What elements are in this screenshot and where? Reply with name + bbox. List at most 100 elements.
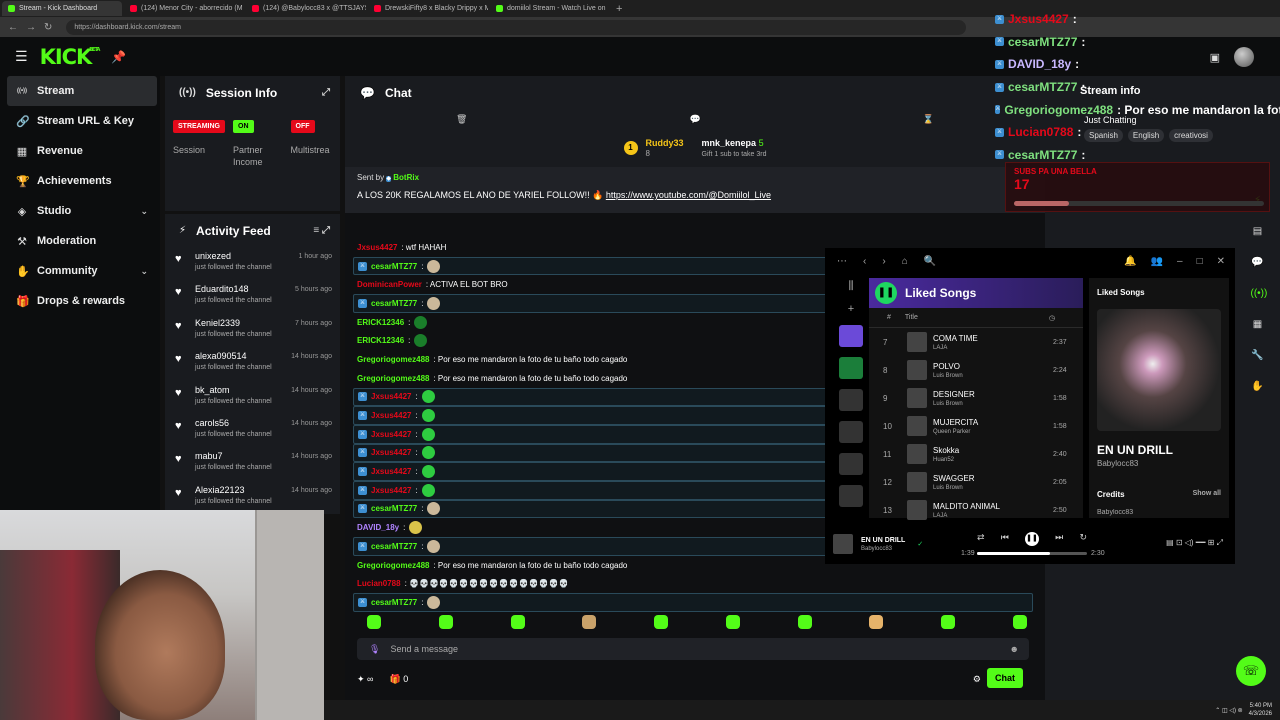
forward-icon[interactable]: ›: [882, 256, 885, 267]
hourglass-icon[interactable]: ⌛: [923, 114, 934, 125]
track-row[interactable]: 7 COMA TIME LAJA 2:37: [869, 328, 1083, 356]
browser-tab[interactable]: (124) Menor City - aborrecido (M: [124, 1, 244, 16]
sidebar-item-stream[interactable]: ((•)) Stream: [7, 76, 157, 106]
chat-username[interactable]: DominicanPower: [357, 280, 422, 289]
chat-username[interactable]: cesarMTZ77: [371, 542, 417, 551]
status-badge[interactable]: STREAMING: [173, 120, 225, 133]
track-row[interactable]: 12 SWAGGER Luis Brown 2:05: [869, 468, 1083, 496]
playback-progress[interactable]: [977, 552, 1087, 555]
track-artist[interactable]: Huan52: [933, 457, 1053, 463]
track-row[interactable]: 11 Skokka Huan52 2:40: [869, 440, 1083, 468]
send-message-input[interactable]: 🎙 Send a message ☻: [357, 638, 1029, 660]
trash-icon[interactable]: 🗑: [456, 114, 467, 125]
bar-track-artist[interactable]: Babylocc83: [861, 546, 905, 552]
bar-track-title[interactable]: EN UN DRILL: [861, 537, 905, 544]
points-display[interactable]: ✦ ∞: [357, 674, 373, 685]
chat-username[interactable]: Lucian0788: [357, 579, 401, 588]
track-row[interactable]: 8 POLVO Luis Brown 2:24: [869, 356, 1083, 384]
close-icon[interactable]: ✕: [1217, 256, 1225, 267]
chat-username[interactable]: Gregoriogomez488: [357, 374, 429, 383]
chat-username[interactable]: Jxsus4427: [371, 411, 411, 420]
browser-tab[interactable]: DrewskiFifty8 x Blacky Drippy x M: [368, 1, 488, 16]
track-row[interactable]: 10 MUJERCITA Queen Parker 1:58: [869, 412, 1083, 440]
browser-tab[interactable]: Stream - Kick Dashboard: [2, 1, 122, 16]
sidebar-item-drops-rewards[interactable]: 🎁 Drops & rewards: [0, 286, 160, 316]
gift-count[interactable]: 🎁 0: [389, 674, 408, 685]
chat-username[interactable]: Jxsus4427: [371, 448, 411, 457]
filter-icon[interactable]: ≡ ⤢: [313, 225, 330, 236]
back-icon[interactable]: ‹: [863, 256, 866, 267]
kick-logo[interactable]: KICK BETA: [40, 45, 101, 69]
saved-episodes-tile[interactable]: [839, 357, 863, 379]
community-small-icon[interactable]: ✋: [1251, 381, 1265, 395]
chat-username[interactable]: cesarMTZ77: [371, 504, 417, 513]
track-artist[interactable]: Queen Parker: [933, 429, 1053, 435]
track-artist[interactable]: Luis Brown: [933, 373, 1053, 379]
forward-icon[interactable]: →: [26, 22, 36, 33]
track-artist[interactable]: Luis Brown: [933, 485, 1053, 491]
sidebar-item-moderation[interactable]: ⚒ Moderation: [0, 226, 160, 256]
check-icon[interactable]: ✓: [917, 540, 923, 548]
chevron-down-icon[interactable]: ⌄: [140, 206, 148, 217]
liked-songs-tile[interactable]: [839, 325, 863, 347]
sidebar-item-community[interactable]: ✋ Community ⌄: [0, 256, 160, 286]
now-playing-artist[interactable]: Babylocc83: [1097, 459, 1221, 468]
status-badge[interactable]: ON: [233, 120, 254, 133]
document-icon[interactable]: ▤: [1251, 226, 1265, 240]
wrench-icon[interactable]: 🔧: [1251, 350, 1265, 364]
clock[interactable]: 5:40 PM 4/3/2026: [1249, 702, 1272, 718]
layers-small-icon[interactable]: ▦: [1251, 319, 1265, 333]
emote-shortcut[interactable]: [941, 615, 956, 629]
chat-icon[interactable]: 💬: [1251, 257, 1265, 271]
search-icon[interactable]: 🔍: [924, 256, 936, 267]
sidebar-item-studio[interactable]: ◈ Studio ⌄: [0, 196, 160, 226]
maximize-icon[interactable]: □: [1197, 256, 1203, 267]
chat-username[interactable]: cesarMTZ77: [371, 598, 417, 607]
chat-username[interactable]: cesarMTZ77: [371, 299, 417, 308]
chat-username[interactable]: cesarMTZ77: [371, 262, 417, 271]
chat-username[interactable]: ERICK12346: [357, 336, 404, 345]
chat-username[interactable]: Jxsus4427: [371, 430, 411, 439]
popout-icon[interactable]: ⤢: [322, 87, 330, 98]
mic-icon[interactable]: 🎙: [369, 644, 380, 655]
chat-username[interactable]: Gregoriogomez488: [357, 355, 429, 364]
new-tab-button[interactable]: +: [616, 3, 622, 15]
browser-tab[interactable]: (124) @Babylocc83 x @TTSJAYS: [246, 1, 366, 16]
emote-shortcut[interactable]: [654, 615, 669, 629]
volume-controls[interactable]: ▤ ⊡ ◁) ━━ ⊞ ⤢: [1166, 538, 1223, 548]
track-row[interactable]: 9 DESIGNER Luis Brown 1:58: [869, 384, 1083, 412]
home-icon[interactable]: ⌂: [902, 256, 908, 267]
back-icon[interactable]: ←: [8, 22, 18, 33]
library-item[interactable]: [839, 389, 863, 411]
chat-username[interactable]: DAVID_18y: [357, 523, 399, 532]
sidebar-item-revenue[interactable]: ▦ Revenue: [0, 136, 160, 166]
library-item[interactable]: [839, 421, 863, 443]
menu-icon[interactable]: ☰: [15, 48, 28, 65]
show-all-link[interactable]: Show all: [1193, 490, 1221, 499]
pin-icon[interactable]: 📌: [111, 50, 126, 64]
emote-shortcut[interactable]: [869, 615, 884, 629]
repeat-icon[interactable]: ↻: [1079, 532, 1087, 546]
chat-username[interactable]: Gregoriogomez488: [357, 561, 429, 570]
tray-icons[interactable]: ⌃ ◫ ◁) ⊚: [1215, 707, 1242, 714]
chat-username[interactable]: Jxsus4427: [371, 392, 411, 401]
emote-shortcut[interactable]: [438, 615, 453, 629]
status-badge[interactable]: OFF: [290, 120, 315, 133]
track-row[interactable]: 13 MALDITO ANIMAL LAJA 2:50: [869, 496, 1083, 524]
browser-tab[interactable]: domiilol Stream - Watch Live on: [490, 1, 610, 16]
library-item[interactable]: [839, 453, 863, 475]
emote-shortcut[interactable]: [797, 615, 812, 629]
chevron-down-icon[interactable]: ⌄: [140, 266, 148, 277]
chat-settings-icon[interactable]: ⚙: [973, 674, 981, 685]
title-column-header[interactable]: Title: [905, 314, 1035, 321]
library-icon[interactable]: ⫼: [848, 280, 853, 293]
reload-icon[interactable]: ↻: [44, 22, 52, 33]
shuffle-icon[interactable]: ⇄: [977, 532, 985, 546]
sidebar-item-achievements[interactable]: 🏆 Achievements: [0, 166, 160, 196]
gifter-name[interactable]: Ruddy33: [646, 138, 684, 148]
plus-icon[interactable]: +: [848, 303, 854, 315]
support-button[interactable]: ☏: [1236, 656, 1266, 686]
chat-username[interactable]: ERICK12346: [357, 318, 404, 327]
bell-icon[interactable]: 🔔: [1124, 256, 1136, 267]
sidebar-item-stream-url-key[interactable]: 🔗 Stream URL & Key: [0, 106, 160, 136]
